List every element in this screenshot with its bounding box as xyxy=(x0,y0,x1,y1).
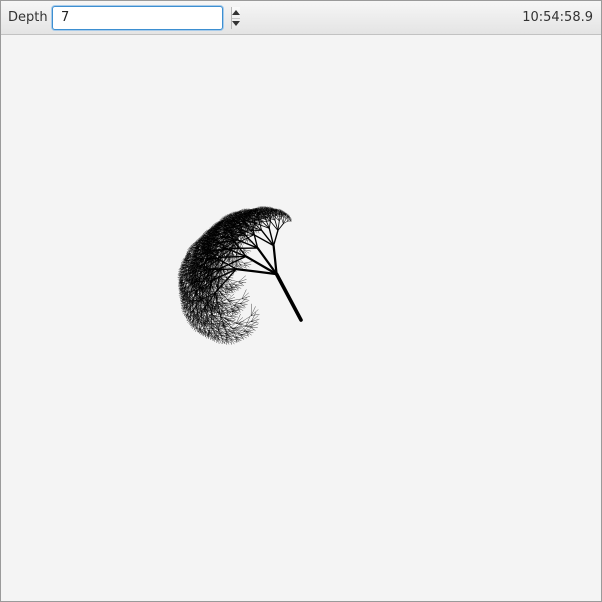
tree-branch xyxy=(227,297,235,301)
tree-branch xyxy=(227,329,236,331)
arrow-up-icon xyxy=(232,9,240,15)
tree-branch xyxy=(236,317,243,324)
tree-branch xyxy=(241,292,249,299)
tree-branch xyxy=(238,279,247,283)
tree-branch xyxy=(240,303,248,305)
tree-branch xyxy=(236,314,241,324)
tree-branch xyxy=(230,313,239,317)
tree-branch xyxy=(224,315,232,319)
depth-label: Depth xyxy=(8,10,48,25)
tree-branch xyxy=(240,301,248,304)
fractal-tree xyxy=(177,206,303,345)
tree-branch xyxy=(230,316,238,318)
spinner-buttons xyxy=(231,7,240,29)
tree-branch xyxy=(245,316,250,327)
tree-branch xyxy=(274,272,303,322)
increment-button[interactable] xyxy=(232,7,240,18)
tree-branch xyxy=(233,302,242,306)
tree-branch xyxy=(249,324,259,327)
decrement-button[interactable] xyxy=(232,17,240,30)
tree-canvas xyxy=(177,206,303,345)
tree-branch xyxy=(251,321,259,324)
tree-branch xyxy=(243,261,253,264)
depth-spinner[interactable] xyxy=(52,6,240,30)
tree-branch xyxy=(238,275,246,283)
arrow-down-icon xyxy=(232,21,240,27)
tree-branch xyxy=(241,289,247,299)
tree-branch xyxy=(234,328,242,330)
tree-branch xyxy=(229,281,238,285)
depth-input[interactable] xyxy=(53,7,231,29)
tree-branch xyxy=(247,237,253,242)
tree-branch xyxy=(250,303,252,316)
clock-readout: 10:54:58.9 xyxy=(522,10,593,25)
app-window: Depth 10:54:58.9 xyxy=(0,0,602,602)
tree-branch xyxy=(206,323,209,329)
toolbar: Depth 10:54:58.9 xyxy=(1,1,601,35)
